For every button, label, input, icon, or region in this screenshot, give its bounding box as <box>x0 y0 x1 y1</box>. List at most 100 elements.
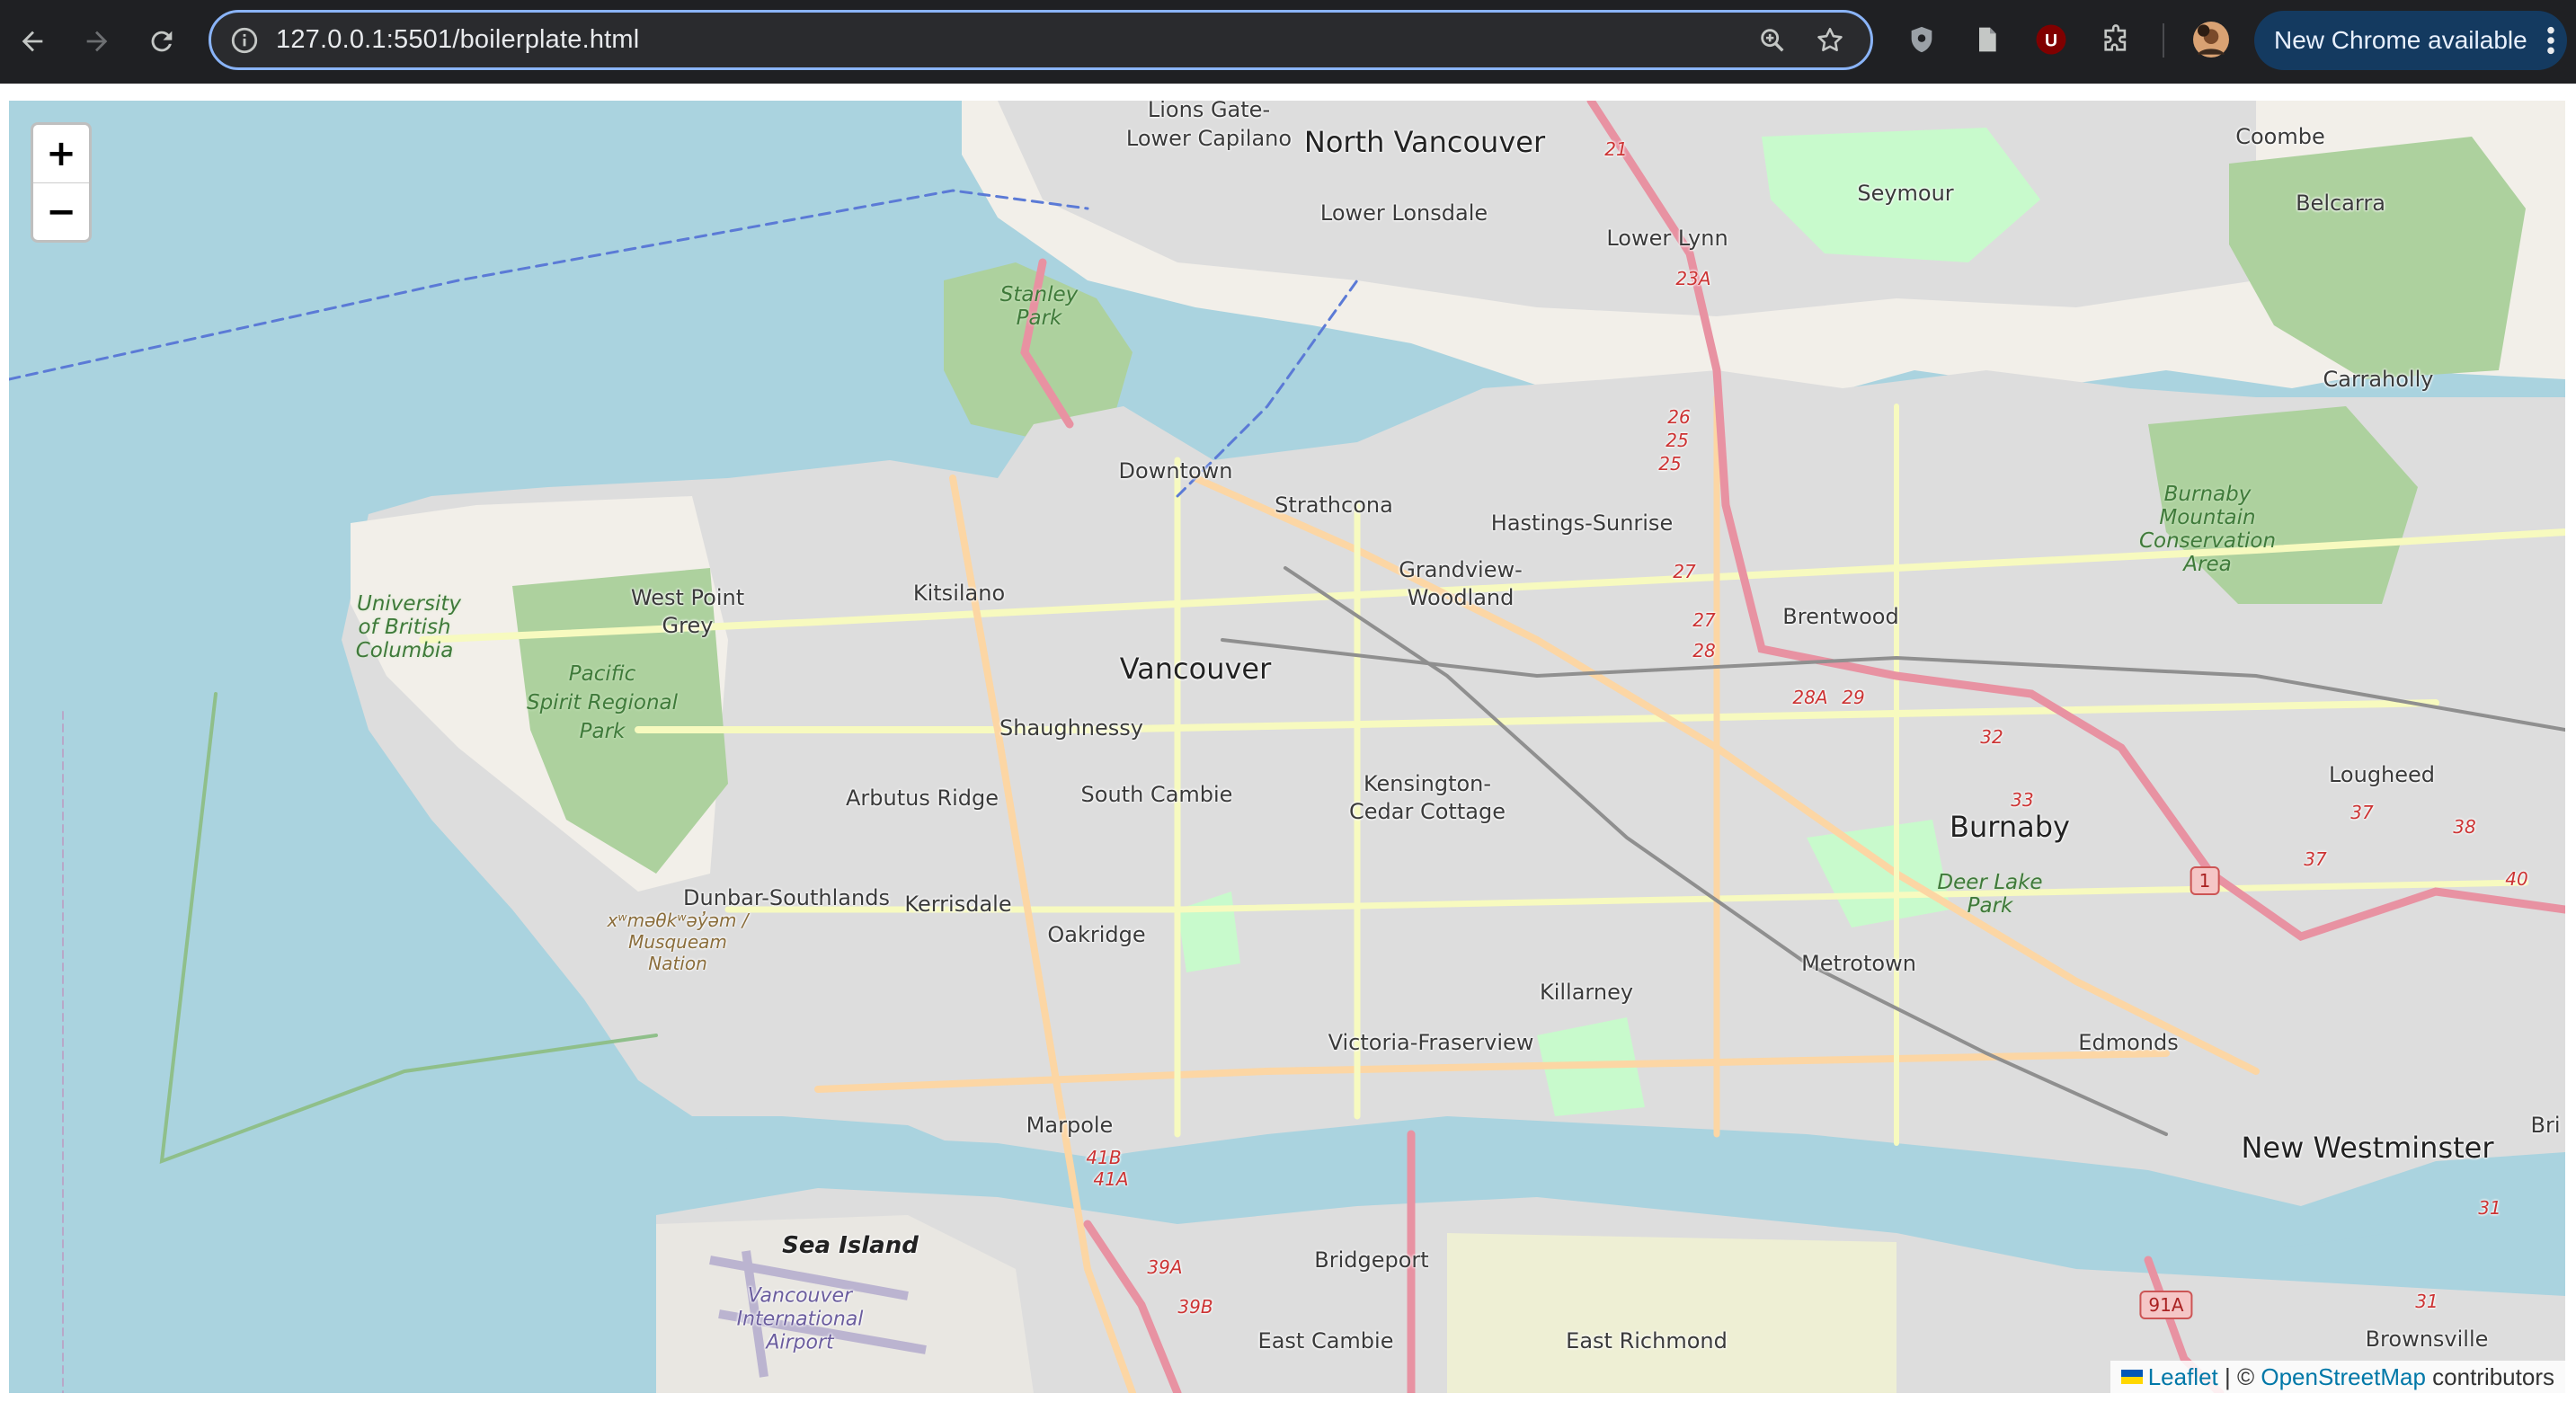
label-brentwood: Brentwood <box>1782 604 1899 629</box>
route-label: 25 <box>1658 453 1682 475</box>
label-new-westminster: New Westminster <box>2241 1131 2494 1165</box>
label-musqueam-3: Nation <box>648 953 707 974</box>
label-lions-gate: Lions Gate- <box>1147 101 1271 122</box>
zoom-in-button[interactable]: + <box>33 125 89 183</box>
label-shaughnessy: Shaughnessy <box>999 715 1143 741</box>
label-kitsilano: Kitsilano <box>912 581 1006 606</box>
label-metrotown: Metrotown <box>1801 951 1916 976</box>
openstreetmap-link[interactable]: OpenStreetMap <box>2261 1363 2426 1391</box>
shield-extension-icon[interactable] <box>1904 22 1940 58</box>
label-coombe: Coombe <box>2235 124 2325 149</box>
label-grandview-2: Woodland <box>1407 585 1515 610</box>
route-label: 21 <box>1604 138 1628 160</box>
route-label: 28 <box>1692 640 1716 661</box>
label-carraholly: Carraholly <box>2323 367 2434 392</box>
label-hastings-sunrise: Hastings-Sunrise <box>1490 510 1674 536</box>
label-yvr-3: Airport <box>766 1331 834 1354</box>
label-bri: Bri <box>2530 1113 2561 1138</box>
label-killarney: Killarney <box>1539 980 1634 1005</box>
label-ubc-2: of British <box>358 616 451 639</box>
label-lower-capilano: Lower Capilano <box>1125 126 1292 151</box>
label-burnaby-mtn-1: Burnaby <box>2163 483 2252 506</box>
label-burnaby-mtn-2: Mountain <box>2159 506 2256 529</box>
arrow-left-icon <box>22 31 43 52</box>
label-grandview-1: Grandview- <box>1399 557 1523 582</box>
leaflet-link[interactable]: Leaflet <box>2148 1363 2218 1391</box>
route-label: 39A <box>1147 1256 1183 1278</box>
new-chrome-available-button[interactable]: New Chrome available <box>2254 11 2567 70</box>
label-pacific-3: Park <box>579 720 626 743</box>
label-kerrisdale: Kerrisdale <box>904 892 1012 917</box>
label-brownsville: Brownsville <box>2365 1327 2489 1352</box>
route-label: 39B <box>1177 1296 1213 1318</box>
extensions-puzzle-icon[interactable] <box>2098 22 2134 58</box>
highway-shield: 91A <box>2139 1291 2193 1319</box>
address-bar[interactable]: 127.0.0.1:5501/boilerplate.html <box>209 10 1873 70</box>
arrow-right-icon <box>86 31 108 52</box>
leaflet-map[interactable]: Vancouver Burnaby New Westminster North … <box>9 101 2565 1393</box>
back-button[interactable] <box>7 16 58 67</box>
label-stanley-2: Park <box>1016 306 1062 330</box>
label-north-vancouver: North Vancouver <box>1303 125 1546 159</box>
bookmark-star-icon[interactable] <box>1815 25 1845 56</box>
attribution-separator: | © <box>2217 1362 2261 1390</box>
url-text[interactable]: 127.0.0.1:5501/boilerplate.html <box>276 25 639 55</box>
label-yvr-1: Vancouver <box>747 1284 853 1308</box>
label-pacific-1: Pacific <box>568 662 636 686</box>
label-victoria-fraserview: Victoria-Fraserview <box>1328 1030 1534 1055</box>
ublock-extension-icon[interactable]: U <box>2033 22 2069 58</box>
profile-avatar[interactable] <box>2193 22 2229 58</box>
label-belcarra: Belcarra <box>2296 191 2385 216</box>
label-burnaby-mtn-3: Conservation <box>2138 529 2277 553</box>
zoom-icon[interactable] <box>1757 25 1788 56</box>
label-burnaby-mtn-4: Area <box>2183 553 2232 576</box>
map-tiles[interactable] <box>9 101 2565 1393</box>
label-lower-lynn: Lower Lynn <box>1606 226 1728 251</box>
browser-toolbar: 127.0.0.1:5501/boilerplate.html U New Ch… <box>0 0 2576 84</box>
label-pacific-2: Spirit Regional <box>526 691 679 714</box>
route-label: 31 <box>2415 1291 2438 1312</box>
forward-button[interactable] <box>72 16 122 67</box>
label-strathcona: Strathcona <box>1275 493 1393 518</box>
label-east-richmond: East Richmond <box>1566 1328 1728 1353</box>
route-label: 38 <box>2453 816 2476 838</box>
route-label: 40 <box>2505 868 2528 890</box>
label-oakridge: Oakridge <box>1047 922 1146 947</box>
ukraine-flag-icon <box>2120 1370 2143 1384</box>
map-attribution: Leaflet | © OpenStreetMap contributors <box>2110 1361 2565 1393</box>
label-vancouver: Vancouver <box>1119 652 1272 686</box>
highway-shield: 1 <box>2190 866 2220 895</box>
label-yvr-2: International <box>736 1308 864 1331</box>
route-label: 37 <box>2304 848 2327 870</box>
document-extension-icon[interactable] <box>1968 22 2004 58</box>
site-info-icon[interactable] <box>229 25 260 56</box>
label-deer-lake-2: Park <box>1967 894 2013 918</box>
zoom-out-button[interactable]: − <box>33 183 89 241</box>
label-musqueam-2: Musqueam <box>628 931 727 953</box>
reload-button[interactable] <box>137 16 187 67</box>
label-edmonds: Edmonds <box>2078 1030 2179 1055</box>
zoom-control: + − <box>31 122 92 243</box>
label-west-point-2: Grey <box>662 613 714 638</box>
route-label: 32 <box>1980 726 2003 748</box>
kebab-menu-icon[interactable] <box>2545 25 2556 56</box>
label-ubc-1: University <box>356 592 462 616</box>
label-marpole: Marpole <box>1026 1113 1114 1138</box>
label-lougheed: Lougheed <box>2328 762 2436 787</box>
route-label: 23A <box>1675 268 1711 289</box>
label-west-point-1: West Point <box>630 585 745 610</box>
route-label: 31 <box>2478 1197 2501 1219</box>
label-kensington-1: Kensington- <box>1363 771 1492 796</box>
svg-text:U: U <box>2045 31 2057 51</box>
route-label: 37 <box>2350 802 2374 823</box>
route-label: 25 <box>1666 430 1689 451</box>
route-label: 41A <box>1093 1168 1129 1190</box>
label-south-cambie: South Cambie <box>1080 782 1233 807</box>
route-label: 29 <box>1842 687 1865 708</box>
attribution-contributors: contributors <box>2425 1362 2554 1390</box>
label-seymour: Seymour <box>1857 181 1954 206</box>
label-musqueam-1: xʷməθkʷəy̓əm / <box>607 910 749 931</box>
route-label: 28A <box>1792 687 1828 708</box>
label-east-cambie: East Cambie <box>1257 1328 1394 1353</box>
label-bridgeport: Bridgeport <box>1314 1247 1429 1273</box>
